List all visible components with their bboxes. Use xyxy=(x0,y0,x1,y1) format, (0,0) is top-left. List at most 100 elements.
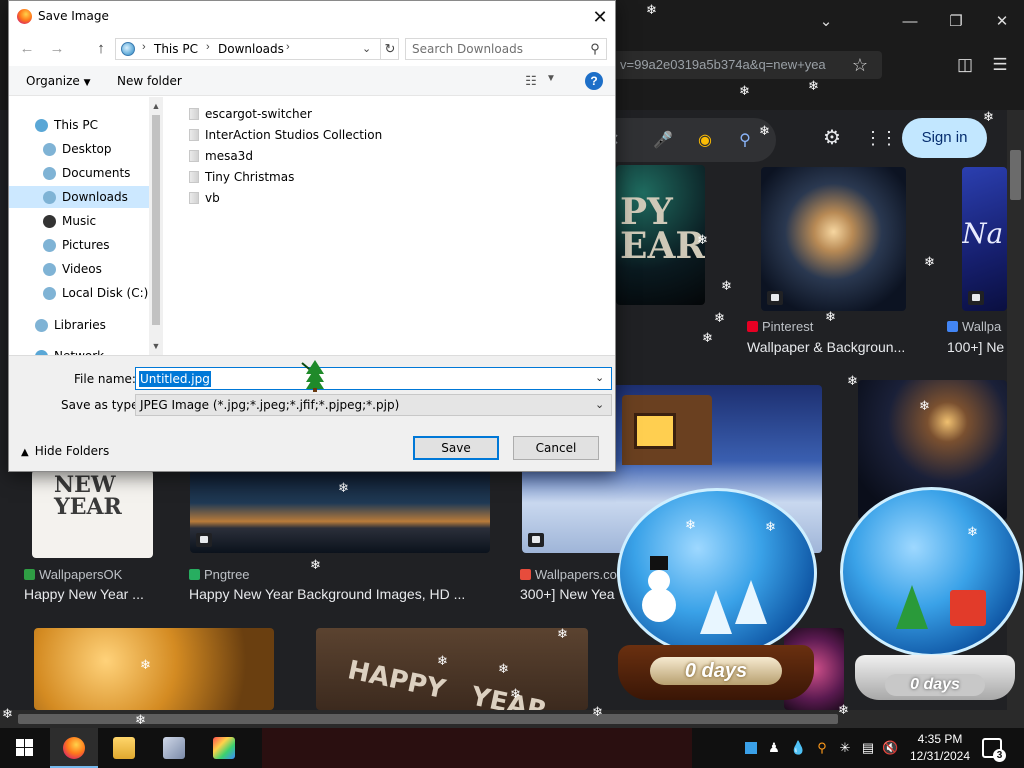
result-thumbnail[interactable]: Na xyxy=(962,167,1007,311)
google-search-box[interactable]: ✕ 🎤 ◉ ⚲ xyxy=(600,118,776,162)
breadcrumb-separator[interactable]: › xyxy=(206,41,210,53)
file-name-field[interactable]: Untitled.jpg ⌄ xyxy=(135,367,612,390)
taskbar-app[interactable] xyxy=(150,728,198,768)
bookmark-star-icon[interactable]: ☆ xyxy=(846,51,874,79)
minimize-button[interactable]: — xyxy=(890,8,930,36)
save-as-type-select[interactable]: JPEG Image (*.jpg;*.jpeg;*.jfif;*.pjpeg;… xyxy=(135,394,612,416)
dialog-titlebar[interactable]: Save Image ✕ xyxy=(9,1,615,32)
search-icon[interactable]: ⚲ xyxy=(586,40,604,58)
maximize-button[interactable]: ❐ xyxy=(936,8,976,36)
start-button[interactable] xyxy=(0,728,48,768)
scrollbar-thumb[interactable] xyxy=(152,115,160,325)
result-caption[interactable]: Happy New Year ... xyxy=(24,586,154,602)
result-source[interactable]: Pinterest xyxy=(747,319,813,334)
tray-sparkle-icon[interactable]: ✳ xyxy=(837,740,853,756)
hide-folders-button[interactable]: ▲ Hide Folders xyxy=(21,444,109,458)
taskbar-firefox[interactable] xyxy=(50,728,98,768)
list-item[interactable]: vb xyxy=(187,188,487,208)
desktop-icon xyxy=(43,143,56,156)
menu-icon[interactable]: ☰ xyxy=(985,51,1015,79)
nav-item-network[interactable]: Network xyxy=(9,345,149,355)
breadcrumb-separator[interactable]: › xyxy=(286,41,290,53)
nav-item-downloads[interactable]: Downloads xyxy=(9,186,149,208)
list-item[interactable]: Tiny Christmas xyxy=(187,167,487,187)
result-thumbnail[interactable]: HAPPY YEAR xyxy=(316,628,588,710)
settings-gear-icon[interactable]: ⚙ xyxy=(818,124,846,152)
result-source[interactable]: Wallpapers.co xyxy=(520,567,617,582)
result-thumbnail[interactable] xyxy=(761,167,906,311)
result-source[interactable]: WallpapersOK xyxy=(24,567,122,582)
documents-icon xyxy=(43,167,56,180)
notifications-icon[interactable]: 3 xyxy=(982,738,1006,762)
breadcrumb-this-pc[interactable]: This PC xyxy=(154,42,198,56)
search-input[interactable] xyxy=(412,41,580,57)
breadcrumb-separator[interactable]: › xyxy=(142,41,146,53)
extensions-icon[interactable]: ◫ xyxy=(950,51,980,79)
nav-item-music[interactable]: Music xyxy=(9,210,149,232)
window-close-button[interactable]: ✕ xyxy=(982,8,1022,36)
scroll-down-icon[interactable]: ▼ xyxy=(149,339,163,353)
tab-list-chevron-icon[interactable]: ⌄ xyxy=(806,8,846,36)
result-caption[interactable]: 100+] Ne xyxy=(947,339,1007,355)
chevron-up-icon: ▲ xyxy=(21,447,29,458)
taskbar-clock[interactable]: 4:35 PM 12/31/2024 xyxy=(905,731,975,765)
nav-item-local-disk[interactable]: Local Disk (C:) xyxy=(9,282,149,304)
result-source[interactable]: Pngtree xyxy=(189,567,250,582)
list-item[interactable]: InterAction Studios Collection xyxy=(187,125,487,145)
cancel-button[interactable]: Cancel xyxy=(513,436,599,460)
volume-muted-icon[interactable]: 🔇 xyxy=(882,740,898,756)
result-caption[interactable]: Wallpaper & Backgroun... xyxy=(747,339,917,355)
up-arrow-icon[interactable]: ↑ xyxy=(91,38,111,60)
network-icon[interactable]: ▤ xyxy=(860,740,876,756)
result-thumbnail[interactable] xyxy=(190,470,490,553)
scroll-up-icon[interactable]: ▲ xyxy=(149,99,163,113)
search-icon[interactable]: ⚲ xyxy=(734,130,756,152)
nav-item-documents[interactable]: Documents xyxy=(9,162,149,184)
result-thumbnail[interactable] xyxy=(34,628,274,710)
scrollbar-thumb[interactable] xyxy=(1010,150,1021,200)
nav-pane-scrollbar[interactable]: ▲ ▼ xyxy=(149,97,163,355)
page-horizontal-scrollbar[interactable] xyxy=(0,710,1007,728)
result-thumbnail[interactable]: PY EAR xyxy=(616,165,705,305)
forward-arrow-icon[interactable]: → xyxy=(47,38,67,60)
apps-grid-icon[interactable]: ⋮⋮⋮ xyxy=(864,124,914,152)
list-item[interactable]: escargot-switcher xyxy=(187,104,487,124)
sign-in-button[interactable]: Sign in xyxy=(902,118,987,158)
dialog-close-button[interactable]: ✕ xyxy=(585,4,615,30)
breadcrumb-downloads[interactable]: Downloads xyxy=(218,42,284,56)
nav-item-libraries[interactable]: Libraries xyxy=(9,314,149,336)
nav-item-this-pc[interactable]: This PC xyxy=(9,114,149,136)
taskbar-app[interactable] xyxy=(200,728,248,768)
save-button[interactable]: Save xyxy=(413,436,499,460)
view-options-icon[interactable]: ☷ xyxy=(522,73,540,89)
url-bar[interactable]: v=99a2e0319a5b374a&q=new+yea xyxy=(600,51,882,79)
chevron-down-icon[interactable]: ▼ xyxy=(546,73,556,84)
tray-drop-icon[interactable]: 💧 xyxy=(790,740,806,756)
tray-search-icon[interactable]: ⚲ xyxy=(814,740,830,756)
result-thumbnail[interactable]: NEW YEAR xyxy=(32,470,153,558)
result-source[interactable]: Wallpa xyxy=(947,319,1001,334)
tray-users-icon[interactable]: ♟ xyxy=(766,740,782,756)
chevron-down-icon[interactable]: ⌄ xyxy=(595,371,604,384)
list-item[interactable]: mesa3d xyxy=(187,146,487,166)
tray-blue-icon[interactable] xyxy=(745,742,757,754)
new-folder-button[interactable]: New folder xyxy=(117,74,182,88)
refresh-icon[interactable]: ↻ xyxy=(380,39,399,59)
taskbar-file-explorer[interactable] xyxy=(100,728,148,768)
scrollbar-thumb[interactable] xyxy=(18,714,838,724)
result-caption[interactable]: Happy New Year Background Images, HD ... xyxy=(189,586,489,602)
nav-item-pictures[interactable]: Pictures xyxy=(9,234,149,256)
music-icon xyxy=(43,215,56,228)
back-arrow-icon[interactable]: ← xyxy=(17,38,37,60)
page-vertical-scrollbar[interactable] xyxy=(1007,110,1024,728)
address-bar[interactable]: › This PC › Downloads › ⌄ ↻ xyxy=(115,38,399,60)
result-caption[interactable]: 300+] New Yea xyxy=(520,586,620,602)
voice-search-icon[interactable]: 🎤 xyxy=(652,130,674,152)
organize-button[interactable]: Organize ▼ xyxy=(26,74,91,88)
lens-search-icon[interactable]: ◉ xyxy=(694,130,716,152)
address-dropdown-icon[interactable]: ⌄ xyxy=(362,42,371,55)
nav-item-videos[interactable]: Videos xyxy=(9,258,149,280)
nav-item-desktop[interactable]: Desktop xyxy=(9,138,149,160)
help-icon[interactable]: ? xyxy=(585,72,603,90)
chevron-down-icon[interactable]: ⌄ xyxy=(595,398,604,411)
